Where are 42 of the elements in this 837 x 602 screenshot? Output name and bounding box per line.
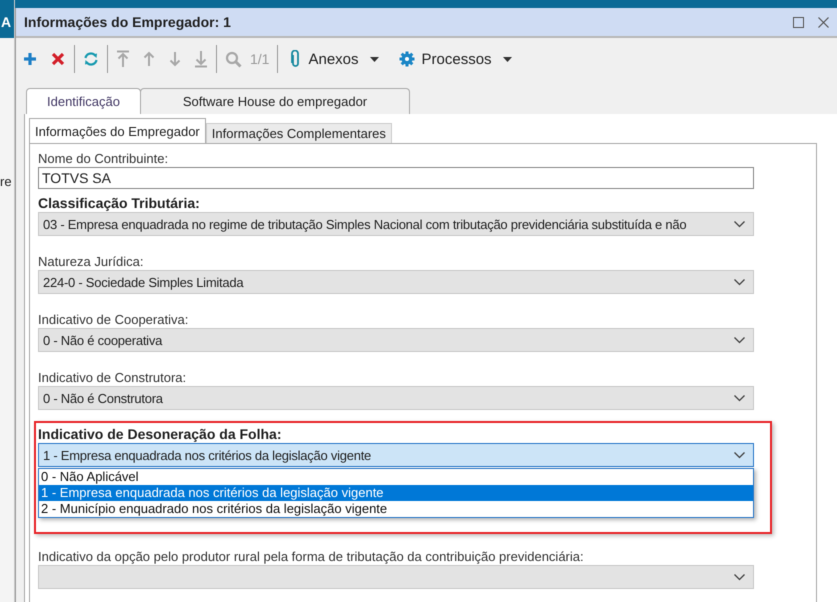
field-label: Indicativo de Desoneração da Folha:	[38, 426, 283, 443]
tab[interactable]: Informações Complementares	[206, 123, 392, 143]
tab[interactable]: Identificação	[26, 88, 141, 114]
chevron-down-icon	[734, 452, 745, 458]
field-label: Indicativo de Construtora:	[38, 369, 188, 386]
caret-icon	[370, 56, 379, 62]
text-field[interactable]: TOTVS SA	[38, 167, 754, 189]
select-field[interactable]	[38, 565, 754, 589]
maximize-icon[interactable]	[793, 16, 804, 28]
paperclip-icon	[290, 50, 302, 68]
caret-icon	[502, 56, 512, 62]
select-field[interactable]: 0 - Não é Construtora	[38, 386, 754, 410]
field-label: Natureza Jurídica:	[38, 253, 144, 270]
field-label: Classificação Tributária:	[38, 195, 201, 212]
dropdown-option[interactable]: 1 - Empresa enquadrada nos critérios da legislação vigente	[39, 485, 753, 501]
processes-menu[interactable]: Processos	[394, 48, 516, 70]
chevron-down-icon	[734, 574, 745, 580]
add-icon[interactable]	[22, 51, 38, 67]
record-counter: 1/1	[250, 51, 270, 67]
chevron-down-icon	[734, 220, 745, 228]
field-label: Nome do Contribuinte:	[38, 150, 170, 167]
chevron-down-icon	[734, 336, 745, 344]
tab[interactable]: Informações do Empregador	[29, 118, 206, 143]
chevron-down-icon	[734, 394, 745, 402]
field-label: Indicativo da opção pelo produtor rural pela forma de tributação da contribuição previdenciária:	[38, 548, 585, 565]
chevron-down-icon	[734, 278, 745, 286]
dropdown-option[interactable]: 0 - Não Aplicável	[39, 469, 753, 485]
select-field[interactable]: 1 - Empresa enquadrada nos critérios da legislação vigente	[38, 443, 754, 467]
refresh-icon[interactable]	[83, 51, 99, 67]
select-field[interactable]: 03 - Empresa enquadrada no regime de tributação Simples Nacional com tributação previdenciária substituída e não	[38, 212, 754, 236]
tab[interactable]: Software House do empregador	[140, 88, 410, 114]
background-text: re	[0, 174, 12, 189]
select-field[interactable]: 0 - Não é cooperativa	[38, 328, 754, 352]
dropdown-option[interactable]: 2 - Município enquadrado nos critérios da legislação vigente	[39, 501, 753, 517]
attachments-menu[interactable]: Anexos	[286, 48, 383, 70]
close-icon[interactable]	[818, 16, 829, 28]
field-label: Indicativo de Cooperativa:	[38, 311, 190, 328]
gear-icon	[398, 51, 415, 67]
window-title: Informações do Empregador: 1	[24, 14, 232, 30]
select-field[interactable]: 224-0 - Sociedade Simples Limitada	[38, 270, 754, 294]
background-text: A	[1, 14, 12, 30]
delete-icon[interactable]	[50, 51, 66, 67]
